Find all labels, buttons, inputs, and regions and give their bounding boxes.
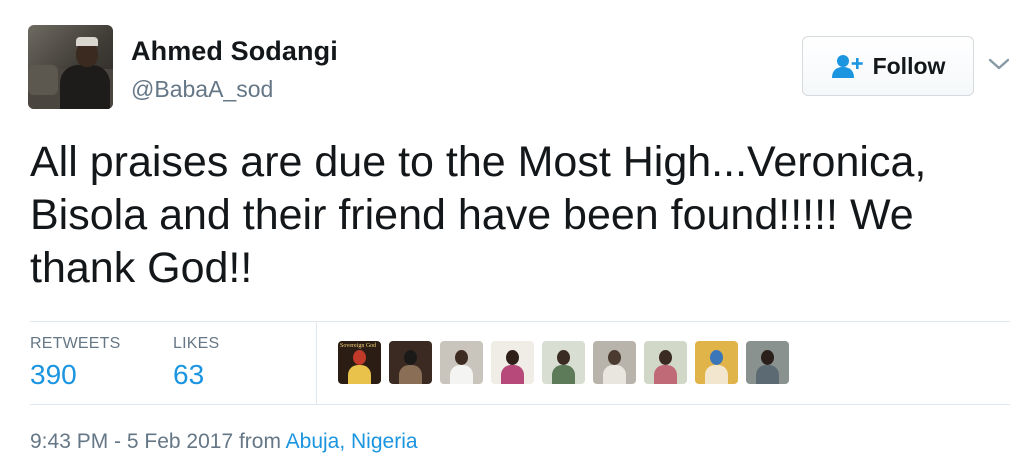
liker-avatar-head <box>404 350 417 365</box>
avatar-person-cap <box>76 37 98 46</box>
tweet-text: All praises are due to the Most High...V… <box>30 138 927 292</box>
stats-separator <box>316 322 317 404</box>
liker-avatar-head <box>710 350 723 365</box>
liker-avatar-head <box>455 350 468 365</box>
likes-stat[interactable]: LIKES 63 <box>173 335 219 391</box>
liker-avatar-caption: Sovereign God <box>340 343 377 349</box>
location-link[interactable]: Abuja, Nigeria <box>286 430 418 453</box>
liker-avatar[interactable] <box>440 341 483 384</box>
liker-avatar-head <box>353 350 366 365</box>
liker-avatar[interactable]: Sovereign God <box>338 341 381 384</box>
avatar-pillow <box>28 65 58 95</box>
liker-avatar-body <box>399 365 422 384</box>
liker-avatar-head <box>761 350 774 365</box>
liker-avatar-body <box>654 365 677 384</box>
follow-label: Follow <box>872 52 946 79</box>
liker-avatar[interactable] <box>389 341 432 384</box>
retweets-stat[interactable]: RETWEETS 390 <box>30 335 121 391</box>
user-handle[interactable]: @BabaA_sod <box>131 76 273 103</box>
tweet-card: Ahmed Sodangi @BabaA_sod Follow All prai… <box>0 0 1024 457</box>
liker-avatar[interactable] <box>593 341 636 384</box>
liker-avatar-body <box>705 365 728 384</box>
user-name[interactable]: Ahmed Sodangi <box>131 36 338 67</box>
avatar[interactable] <box>28 25 113 109</box>
chevron-down-icon[interactable] <box>986 54 1012 74</box>
likes-count: 63 <box>173 359 205 390</box>
liker-avatar[interactable] <box>644 341 687 384</box>
liker-avatar-body <box>501 365 524 384</box>
tweet-meta: 9:43 PM - 5 Feb 2017 from Abuja, Nigeria <box>30 430 418 454</box>
avatar-person-body <box>60 65 110 109</box>
divider-bottom <box>30 404 1010 405</box>
liker-avatars: Sovereign God <box>338 341 789 384</box>
add-user-icon <box>831 55 863 78</box>
divider-top <box>30 321 1010 322</box>
liker-avatar-body <box>552 365 575 384</box>
liker-avatar-body <box>348 365 371 384</box>
liker-avatar-body <box>450 365 473 384</box>
liker-avatar-head <box>557 350 570 365</box>
liker-avatar[interactable] <box>695 341 738 384</box>
liker-avatar[interactable] <box>542 341 585 384</box>
liker-avatar-head <box>659 350 672 365</box>
retweets-count: 390 <box>30 359 77 390</box>
liker-avatar-body <box>603 365 626 384</box>
liker-avatar[interactable] <box>746 341 789 384</box>
likes-label: LIKES <box>173 335 220 352</box>
liker-avatar-body <box>756 365 779 384</box>
retweets-label: RETWEETS <box>30 335 121 352</box>
follow-button[interactable]: Follow <box>802 36 974 96</box>
liker-avatar-head <box>608 350 621 365</box>
timestamp[interactable]: 9:43 PM - 5 Feb 2017 from <box>30 430 286 453</box>
liker-avatar-head <box>506 350 519 365</box>
liker-avatar[interactable] <box>491 341 534 384</box>
